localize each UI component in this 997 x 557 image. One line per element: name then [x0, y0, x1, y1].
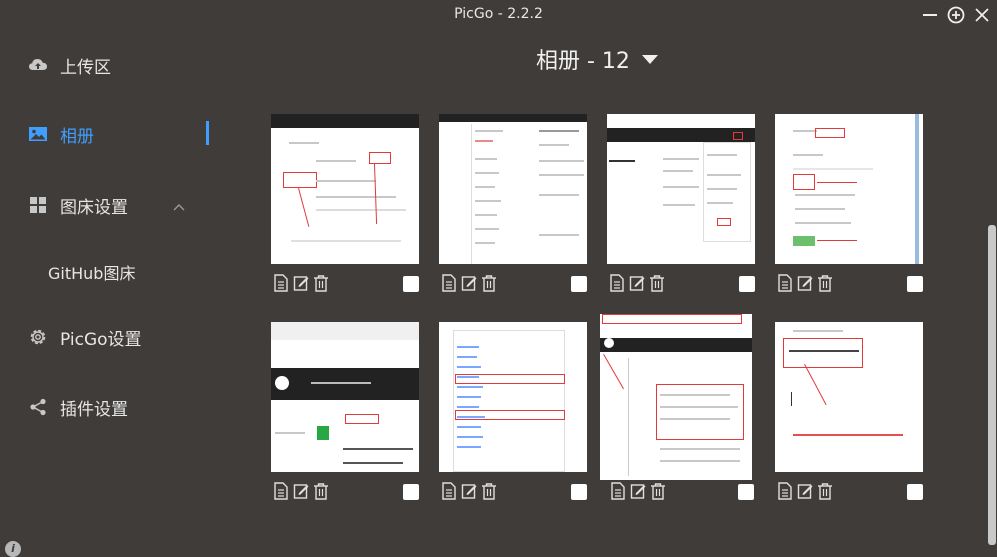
image-icon [28, 124, 48, 144]
select-checkbox[interactable] [738, 484, 754, 500]
sidebar-item-label: 插件设置 [60, 399, 128, 420]
image-thumbnail[interactable] [775, 322, 923, 472]
image-thumbnail[interactable] [439, 322, 587, 472]
edit-icon[interactable] [797, 274, 813, 292]
image-thumbnail[interactable] [775, 114, 923, 264]
copy-link-icon[interactable] [777, 482, 793, 500]
delete-icon[interactable] [650, 482, 666, 500]
sidebar [0, 30, 230, 557]
caret-down-icon[interactable] [641, 54, 658, 64]
sidebar-item-gallery[interactable]: 相册 [28, 119, 94, 149]
gallery-header[interactable]: 相册 - 12 [536, 44, 658, 74]
select-checkbox[interactable] [571, 484, 587, 500]
sidebar-item-label: 相册 [60, 126, 94, 147]
maximize-icon[interactable] [947, 6, 965, 24]
sidebar-item-picbed-settings[interactable]: 图床设置 [28, 190, 128, 220]
select-checkbox[interactable] [907, 276, 923, 292]
edit-icon[interactable] [293, 482, 309, 500]
image-thumbnail[interactable] [271, 114, 419, 264]
scrollbar[interactable] [988, 225, 996, 545]
edit-icon[interactable] [461, 482, 477, 500]
edit-icon[interactable] [797, 482, 813, 500]
sidebar-item-label: 图床设置 [60, 197, 128, 218]
sidebar-item-upload[interactable]: 上传区 [28, 50, 111, 80]
gallery-card [439, 114, 587, 292]
share-icon [28, 397, 48, 417]
sidebar-item-plugin-settings[interactable]: 插件设置 [28, 392, 128, 422]
gear-icon [28, 327, 48, 347]
delete-icon[interactable] [817, 274, 833, 292]
delete-icon[interactable] [313, 482, 329, 500]
sidebar-item-label: 上传区 [60, 57, 111, 78]
gallery-card [775, 114, 923, 292]
gallery-card [607, 114, 755, 292]
select-checkbox[interactable] [403, 276, 419, 292]
copy-link-icon[interactable] [273, 482, 289, 500]
gallery-card [600, 314, 754, 500]
gallery-card [271, 322, 419, 500]
gallery-card [271, 114, 419, 292]
copy-link-icon[interactable] [441, 274, 457, 292]
edit-icon[interactable] [293, 274, 309, 292]
delete-icon[interactable] [313, 274, 329, 292]
delete-icon[interactable] [817, 482, 833, 500]
copy-link-icon[interactable] [777, 274, 793, 292]
window-title: PicGo - 2.2.2 [454, 6, 543, 22]
delete-icon[interactable] [481, 482, 497, 500]
info-icon[interactable]: i [5, 541, 21, 557]
title-bar: PicGo - 2.2.2 [0, 0, 997, 30]
select-checkbox[interactable] [571, 276, 587, 292]
edit-icon[interactable] [630, 482, 646, 500]
image-thumbnail[interactable] [600, 314, 752, 480]
chevron-up-icon[interactable] [172, 197, 186, 211]
gallery-title: 相册 - 12 [536, 49, 630, 74]
edit-icon[interactable] [461, 274, 477, 292]
select-checkbox[interactable] [907, 484, 923, 500]
sidebar-item-github[interactable]: GitHub图床 [48, 260, 135, 284]
delete-icon[interactable] [481, 274, 497, 292]
copy-link-icon[interactable] [273, 274, 289, 292]
gallery-card [775, 322, 923, 500]
active-indicator [206, 121, 209, 145]
image-thumbnail[interactable] [439, 114, 587, 264]
sidebar-item-picgo-settings[interactable]: PicGo设置 [28, 322, 142, 352]
delete-icon[interactable] [649, 274, 665, 292]
image-thumbnail[interactable] [607, 114, 755, 264]
select-checkbox[interactable] [739, 276, 755, 292]
grid-icon [28, 195, 48, 215]
cloud-upload-icon [28, 55, 48, 75]
close-icon[interactable] [973, 6, 991, 24]
sidebar-item-label: PicGo设置 [60, 329, 142, 350]
select-checkbox[interactable] [403, 484, 419, 500]
edit-icon[interactable] [629, 274, 645, 292]
copy-link-icon[interactable] [610, 482, 626, 500]
copy-link-icon[interactable] [441, 482, 457, 500]
image-thumbnail[interactable] [271, 322, 419, 472]
copy-link-icon[interactable] [609, 274, 625, 292]
gallery-card [439, 322, 587, 500]
minimize-icon[interactable] [921, 6, 939, 24]
